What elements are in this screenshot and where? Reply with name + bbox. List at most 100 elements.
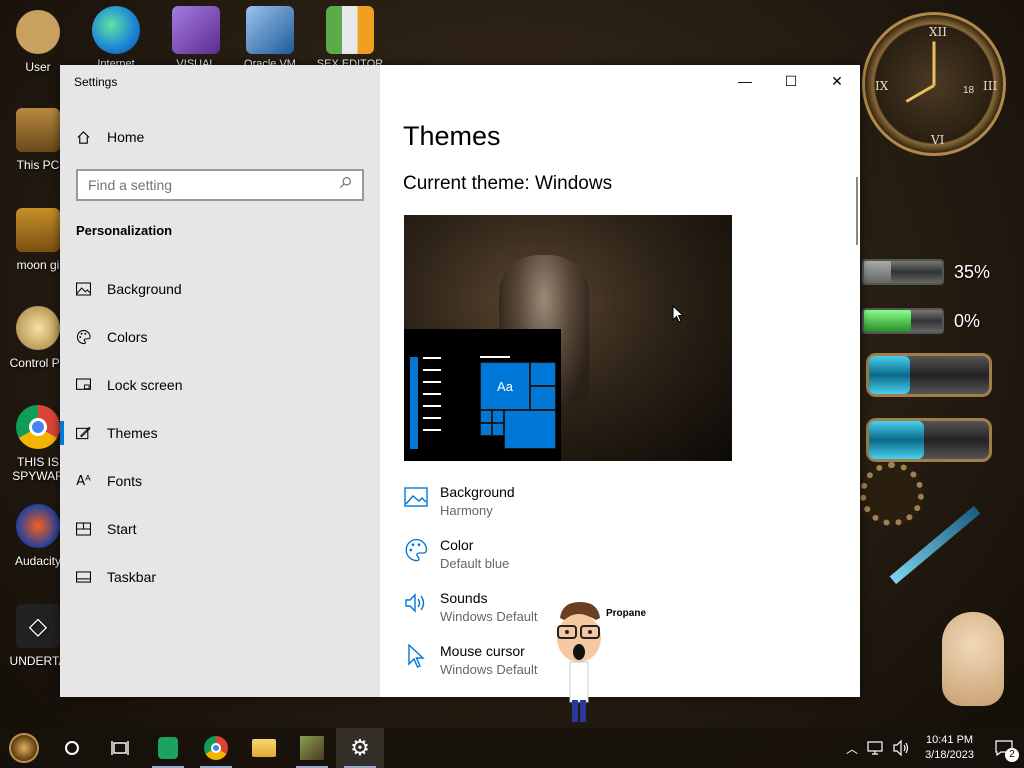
settings-sidebar: Settings Home Personalization Background [60,65,380,697]
mouse-pointer-icon [672,305,684,323]
sheets-button[interactable] [144,728,192,768]
theme-setting-background[interactable]: Background Harmony [404,483,538,536]
hex-editor-icon [326,6,374,54]
theme-setting-color[interactable]: Color Default blue [404,536,538,589]
setting-title: Color [440,537,474,553]
ram-percent: 0% [954,311,981,331]
folder-icon [16,208,60,252]
preview-tile [530,386,556,410]
sidebar-item-label: Lock screen [107,377,183,393]
current-theme-heading: Current theme: Windows [403,173,613,194]
action-center-button[interactable]: 2 [984,728,1024,768]
window-title: Settings [74,75,118,89]
folder-icon [252,739,276,757]
user-folder-icon [16,10,60,54]
sidebar-item-lock-screen[interactable]: Lock screen [60,361,380,409]
desktop-icon-internet[interactable]: Internet [76,6,156,70]
setting-title: Background [440,484,515,500]
home-icon [76,130,91,145]
section-title: Personalization [76,223,173,238]
edge-icon [92,6,140,54]
cpu-gauge-fill [864,261,892,283]
sidebar-item-colors[interactable]: Colors [60,313,380,361]
control-panel-icon [16,306,60,350]
image-icon [76,282,91,297]
sidebar-item-label: Colors [107,329,148,345]
desktop-icon-label: THIS IS SPYWAR [12,455,64,483]
task-view-icon [111,741,129,755]
sidebar-item-fonts[interactable]: Aᴬ Fonts [60,457,380,505]
chrome-icon [204,736,228,760]
game-button[interactable] [288,728,336,768]
preview-tile [492,410,504,423]
chevron-up-icon[interactable]: ︿ [841,740,863,757]
search-icon[interactable] [339,176,352,194]
hamster-image [942,612,1004,706]
desktop-icon-virtualbox[interactable]: Oracle VM [230,6,310,70]
sidebar-item-taskbar[interactable]: Taskbar [60,553,380,601]
clock-minute-hand [932,41,936,86]
desktop-icon-visual[interactable]: VISUAL [156,6,236,70]
volume-icon[interactable] [893,740,911,756]
theme-settings-list: Background Harmony Color Default blue So… [404,483,538,695]
tube-gauge-2 [866,418,992,462]
page-title: Themes [403,121,501,151]
start-icon [76,522,91,537]
clock-date: 18 [963,85,975,96]
file-explorer-button[interactable] [240,728,288,768]
gear-icon: ⚙ [350,735,370,761]
setting-value: Windows Default [440,662,538,677]
preview-menu-lines [423,357,441,441]
sidebar-item-label: Background [107,281,182,297]
themes-page: Themes Current theme: Windows Aa Backgro… [380,65,860,697]
desktop-icon-hex-editor[interactable]: SEX EDITOR [310,6,390,70]
sidebar-item-start[interactable]: Start [60,505,380,553]
sidebar-item-themes[interactable]: Themes [60,409,380,457]
setting-value: Harmony [440,503,493,518]
preview-tile [492,423,504,436]
content-scrollbar[interactable] [856,177,858,245]
cursor-icon [404,644,428,668]
this-pc-icon [16,108,60,152]
palette-icon [404,538,428,562]
start-icon [9,733,39,763]
audacity-icon [16,504,60,548]
settings-button[interactable]: ⚙ [336,728,384,768]
propane-label: Propane [606,608,647,619]
cartoon-character-overlay [552,600,606,724]
desktop-icon-label: UNDERTA [9,654,67,668]
preview-tile-header [480,356,510,358]
notification-count-badge: 2 [1005,748,1019,762]
tube-gauge-1-fill [869,356,910,394]
start-button[interactable] [0,728,48,768]
sidebar-item-label: Themes [107,425,158,441]
tube-gauge-2-fill [869,421,925,459]
cpu-gauge [862,259,944,285]
nav-list: Background Colors Lock screen Themes Aᴬ … [60,265,380,601]
sheets-icon [158,737,178,759]
search-button[interactable] [48,728,96,768]
sidebar-item-background[interactable]: Background [60,265,380,313]
settings-window: Settings Home Personalization Background [60,65,860,697]
clock[interactable]: 10:41 PM 3/18/2023 [915,733,984,763]
virtualbox-icon [246,6,294,54]
chrome-button[interactable] [192,728,240,768]
fonts-icon: Aᴬ [76,473,91,489]
setting-value: Windows Default [440,609,538,624]
preview-tile-aa: Aa [480,362,530,410]
desktop-icon-label: Audacity [14,554,62,568]
search-input[interactable] [88,177,339,193]
home-link[interactable]: Home [76,129,144,145]
preview-tile [530,362,556,386]
desktop-icon-label: moon gi [16,258,60,272]
theme-setting-mouse-cursor[interactable]: Mouse cursor Windows Default [404,642,538,695]
task-view-button[interactable] [96,728,144,768]
taskbar: ⚙ ︿ 10:41 PM 3/18/2023 2 [0,728,1024,768]
clock-hour-hand [905,84,935,103]
theme-setting-sounds[interactable]: Sounds Windows Default [404,589,538,642]
network-icon[interactable] [867,740,885,756]
theme-preview: Aa [404,215,732,461]
setting-value: Default blue [440,556,510,571]
home-label: Home [107,129,145,145]
ram-gauge [862,308,944,334]
